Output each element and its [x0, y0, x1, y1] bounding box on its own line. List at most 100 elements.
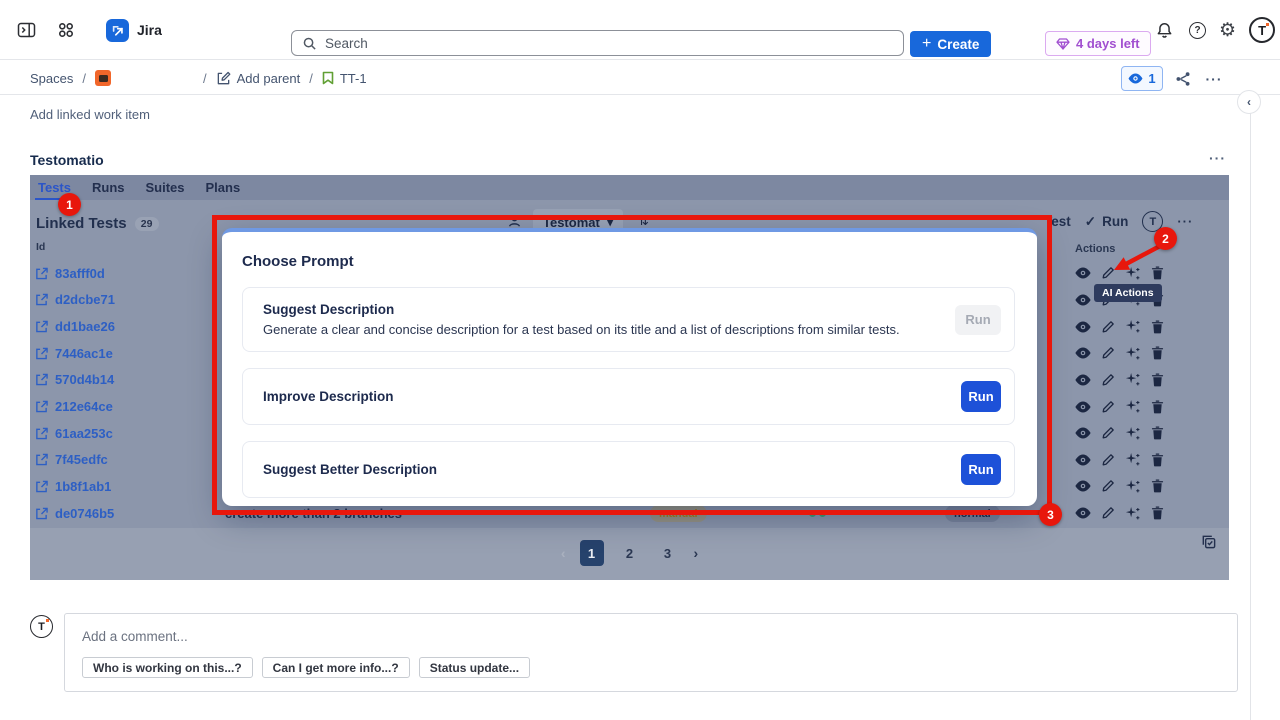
test-id-link[interactable]: 570d4b14	[31, 367, 231, 394]
delete-trash-icon[interactable]	[1148, 370, 1167, 389]
widget-more-actions-icon[interactable]: ···	[1209, 150, 1226, 166]
edit-pencil-icon[interactable]	[1098, 450, 1117, 469]
ai-sparkles-icon[interactable]	[1123, 317, 1142, 336]
view-eye-icon[interactable]	[1073, 317, 1092, 336]
quick-reply-chip[interactable]: Can I get more info...?	[262, 657, 410, 678]
comment-input[interactable]: Add a comment... Who is working on this.…	[64, 613, 1238, 692]
edit-pencil-icon[interactable]	[1098, 477, 1117, 496]
test-title[interactable]: create more than 2 branches	[225, 506, 402, 521]
test-id-label: 7f45edfc	[55, 452, 108, 467]
ai-sparkles-icon[interactable]	[1123, 370, 1142, 389]
issue-key-label: TT-1	[340, 71, 367, 86]
test-id-link[interactable]: 7f45edfc	[31, 446, 231, 473]
page-next-icon[interactable]: ›	[694, 545, 699, 561]
view-eye-icon[interactable]	[1073, 290, 1092, 309]
app-switcher-icon[interactable]	[54, 18, 78, 42]
add-parent-label: Add parent	[237, 71, 301, 86]
test-id-link[interactable]: de0746b5	[31, 500, 231, 527]
tab-plans[interactable]: Plans	[200, 175, 247, 200]
view-eye-icon[interactable]	[1073, 397, 1092, 416]
run-button[interactable]: Run	[961, 381, 1001, 412]
delete-trash-icon[interactable]	[1148, 264, 1167, 283]
run-button-disabled[interactable]: Run	[955, 305, 1001, 335]
breadcrumb-bar: Spaces / / Add parent / T	[0, 61, 1280, 95]
settings-gear-icon[interactable]: ⚙	[1219, 21, 1236, 40]
ai-sparkles-icon[interactable]	[1123, 450, 1142, 469]
right-panel-divider	[1250, 95, 1251, 720]
test-id-link[interactable]: 61aa253c	[31, 420, 231, 447]
test-id-link[interactable]: 83afff0d	[31, 260, 231, 287]
edit-pencil-icon[interactable]	[1098, 370, 1117, 389]
delete-trash-icon[interactable]	[1148, 424, 1167, 443]
test-id-link[interactable]: 212e64ce	[31, 393, 231, 420]
page-1[interactable]: 1	[580, 540, 604, 566]
test-id-link[interactable]: dd1bae26	[31, 313, 231, 340]
breadcrumb-spaces[interactable]: Spaces	[30, 71, 73, 86]
tab-runs[interactable]: Runs	[86, 175, 131, 200]
view-eye-icon[interactable]	[1073, 477, 1092, 496]
view-eye-icon[interactable]	[1073, 424, 1092, 443]
search-input[interactable]: Search	[291, 30, 904, 56]
delete-trash-icon[interactable]	[1148, 450, 1167, 469]
plus-icon: +	[922, 36, 931, 52]
issue-key-crumb[interactable]: TT-1	[322, 71, 367, 86]
add-linked-work-item[interactable]: Add linked work item	[30, 107, 150, 122]
ai-sparkles-icon[interactable]	[1123, 424, 1142, 443]
create-button[interactable]: + Create	[910, 31, 991, 57]
test-id-link[interactable]: 1b8f1ab1	[31, 473, 231, 500]
test-id-link[interactable]: d2dcbe71	[31, 287, 231, 314]
edit-pencil-icon[interactable]	[1098, 504, 1117, 523]
page-more-actions-icon[interactable]: ···	[1201, 68, 1227, 90]
run-button[interactable]: Run	[961, 454, 1001, 485]
delete-trash-icon[interactable]	[1148, 397, 1167, 416]
sort-icon[interactable]: ⇅	[638, 213, 649, 229]
page-prev-icon[interactable]: ‹	[561, 545, 566, 561]
quick-reply-chip[interactable]: Who is working on this...?	[82, 657, 253, 678]
help-icon[interactable]: ?	[1189, 22, 1206, 39]
row-actions	[1073, 420, 1167, 447]
page-2[interactable]: 2	[618, 546, 642, 561]
notifications-bell-icon[interactable]	[1152, 18, 1176, 42]
share-icon[interactable]	[1172, 68, 1194, 90]
jira-home-link[interactable]: Jira	[106, 19, 162, 42]
user-avatar[interactable]: T	[1249, 17, 1275, 43]
ai-sparkles-icon[interactable]	[1123, 397, 1142, 416]
edit-pencil-icon[interactable]	[1098, 264, 1117, 283]
edit-pencil-icon[interactable]	[1098, 397, 1117, 416]
sidebar-toggle-icon[interactable]	[14, 18, 38, 42]
trial-days-left-button[interactable]: 4 days left	[1045, 31, 1151, 56]
view-eye-icon[interactable]	[1073, 504, 1092, 523]
quick-reply-chip[interactable]: Status update...	[419, 657, 530, 678]
ai-sparkles-icon[interactable]	[1123, 504, 1142, 523]
view-eye-icon[interactable]	[1073, 264, 1092, 283]
run-button[interactable]: ✓ Run	[1085, 214, 1129, 230]
delete-trash-icon[interactable]	[1148, 344, 1167, 363]
widget-toolbar-more-icon[interactable]: ···	[1177, 214, 1193, 229]
project-name-redacted[interactable]	[120, 71, 194, 85]
ai-sparkles-icon[interactable]	[1123, 477, 1142, 496]
edit-pencil-icon[interactable]	[1098, 317, 1117, 336]
row-actions	[1073, 260, 1167, 287]
ai-sparkles-icon[interactable]	[1123, 264, 1142, 283]
view-eye-icon[interactable]	[1073, 450, 1092, 469]
view-eye-icon[interactable]	[1073, 370, 1092, 389]
ai-sparkles-icon[interactable]	[1123, 344, 1142, 363]
prompt-name: Suggest Better Description	[263, 462, 437, 477]
test-id-link[interactable]: 7446ac1e	[31, 340, 231, 367]
watchers-button[interactable]: 1	[1121, 66, 1163, 91]
tab-suites[interactable]: Suites	[140, 175, 191, 200]
avatar-initial: T	[38, 621, 45, 633]
add-parent-button[interactable]: Add parent	[216, 71, 301, 86]
view-eye-icon[interactable]	[1073, 344, 1092, 363]
test-button[interactable]: Test	[1044, 214, 1071, 229]
edit-pencil-icon	[216, 71, 231, 86]
delete-trash-icon[interactable]	[1148, 504, 1167, 523]
collapse-panel-button[interactable]: ‹	[1237, 90, 1261, 114]
edit-pencil-icon[interactable]	[1098, 344, 1117, 363]
page-3[interactable]: 3	[656, 546, 680, 561]
priority-badge: normal	[945, 505, 1000, 522]
edit-pencil-icon[interactable]	[1098, 424, 1117, 443]
delete-trash-icon[interactable]	[1148, 317, 1167, 336]
linked-tests-label: Linked Tests	[36, 215, 127, 232]
delete-trash-icon[interactable]	[1148, 477, 1167, 496]
